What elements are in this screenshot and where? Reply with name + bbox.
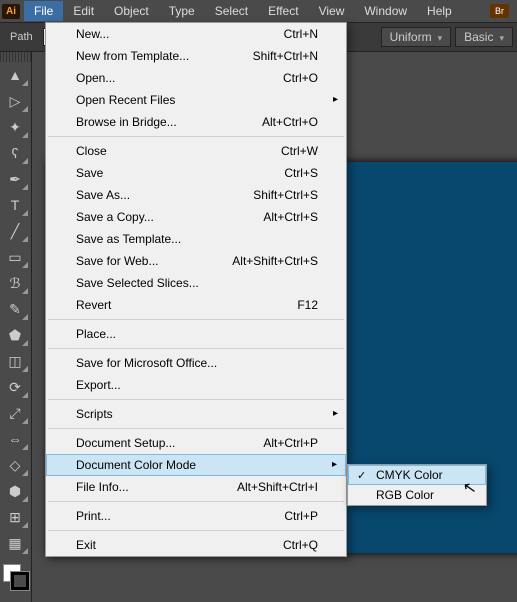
- perspective-tool[interactable]: ⊞: [0, 504, 30, 530]
- brush-dropdown[interactable]: Basic: [455, 27, 513, 47]
- menu-view[interactable]: View: [309, 1, 355, 21]
- menu-file[interactable]: File: [24, 1, 63, 21]
- menu-file-info[interactable]: File Info...Alt+Shift+Ctrl+I: [46, 476, 346, 498]
- menu-document-setup[interactable]: Document Setup...Alt+Ctrl+P: [46, 432, 346, 454]
- pen-tool[interactable]: ✒: [0, 166, 30, 192]
- mesh-tool[interactable]: ▦: [0, 530, 30, 556]
- width-tool[interactable]: ⇔: [0, 426, 30, 452]
- menu-save[interactable]: SaveCtrl+S: [46, 162, 346, 184]
- brush-tool[interactable]: ℬ: [0, 270, 30, 296]
- panel-grip[interactable]: [0, 52, 31, 62]
- menu-print[interactable]: Print...Ctrl+P: [46, 505, 346, 527]
- menu-save-ms-office[interactable]: Save for Microsoft Office...: [46, 352, 346, 374]
- line-tool[interactable]: ╱: [0, 218, 30, 244]
- file-menu-dropdown: New...Ctrl+N New from Template...Shift+C…: [45, 22, 347, 557]
- scale-tool[interactable]: ⤢: [0, 400, 30, 426]
- direct-selection-tool[interactable]: ▷: [0, 88, 30, 114]
- menubar: Ai File Edit Object Type Select Effect V…: [0, 0, 517, 22]
- menu-document-color-mode[interactable]: Document Color Mode: [46, 454, 346, 476]
- menu-place[interactable]: Place...: [46, 323, 346, 345]
- bridge-icon[interactable]: Br: [490, 4, 509, 18]
- type-tool[interactable]: T: [0, 192, 30, 218]
- menu-browse-bridge[interactable]: Browse in Bridge...Alt+Ctrl+O: [46, 111, 346, 133]
- app-logo: Ai: [2, 4, 20, 19]
- eraser-tool[interactable]: ◫: [0, 348, 30, 374]
- shape-builder-tool[interactable]: ⬢: [0, 478, 30, 504]
- stroke-profile-dropdown[interactable]: Uniform: [381, 27, 452, 47]
- menu-select[interactable]: Select: [205, 1, 258, 21]
- submenu-cmyk[interactable]: CMYK Color: [348, 465, 486, 485]
- selection-tool[interactable]: ▲: [0, 62, 30, 88]
- menu-save-web[interactable]: Save for Web...Alt+Shift+Ctrl+S: [46, 250, 346, 272]
- menu-window[interactable]: Window: [354, 1, 417, 21]
- rectangle-tool[interactable]: ▭: [0, 244, 30, 270]
- menu-save-slices[interactable]: Save Selected Slices...: [46, 272, 346, 294]
- menu-save-as[interactable]: Save As...Shift+Ctrl+S: [46, 184, 346, 206]
- menu-close[interactable]: CloseCtrl+W: [46, 140, 346, 162]
- menu-type[interactable]: Type: [159, 1, 205, 21]
- menu-effect[interactable]: Effect: [258, 1, 308, 21]
- menu-open[interactable]: Open...Ctrl+O: [46, 67, 346, 89]
- menu-exit[interactable]: ExitCtrl+Q: [46, 534, 346, 556]
- menu-help[interactable]: Help: [417, 1, 462, 21]
- fill-stroke-control[interactable]: [0, 562, 31, 602]
- menu-new[interactable]: New...Ctrl+N: [46, 23, 346, 45]
- pencil-tool[interactable]: ✎: [0, 296, 30, 322]
- menu-save-copy[interactable]: Save a Copy...Alt+Ctrl+S: [46, 206, 346, 228]
- menu-object[interactable]: Object: [104, 1, 159, 21]
- submenu-rgb[interactable]: RGB Color: [348, 485, 486, 505]
- magic-wand-tool[interactable]: ✦: [0, 114, 30, 140]
- selection-type-label: Path: [4, 29, 39, 45]
- color-mode-submenu: CMYK Color RGB Color: [347, 464, 487, 506]
- tools-panel: ▲ ▷ ✦ ʕ ✒ T ╱ ▭ ℬ ✎ ⬟ ◫ ⟳ ⤢ ⇔ ◇ ⬢ ⊞ ▦: [0, 52, 32, 602]
- menu-scripts[interactable]: Scripts: [46, 403, 346, 425]
- menu-export[interactable]: Export...: [46, 374, 346, 396]
- stroke-color-box[interactable]: [11, 572, 29, 590]
- rotate-tool[interactable]: ⟳: [0, 374, 30, 400]
- menu-edit[interactable]: Edit: [63, 1, 104, 21]
- lasso-tool[interactable]: ʕ: [0, 140, 30, 166]
- menu-new-from-template[interactable]: New from Template...Shift+Ctrl+N: [46, 45, 346, 67]
- blob-brush-tool[interactable]: ⬟: [0, 322, 30, 348]
- menu-open-recent[interactable]: Open Recent Files: [46, 89, 346, 111]
- menu-save-template[interactable]: Save as Template...: [46, 228, 346, 250]
- menu-revert[interactable]: RevertF12: [46, 294, 346, 316]
- free-transform-tool[interactable]: ◇: [0, 452, 30, 478]
